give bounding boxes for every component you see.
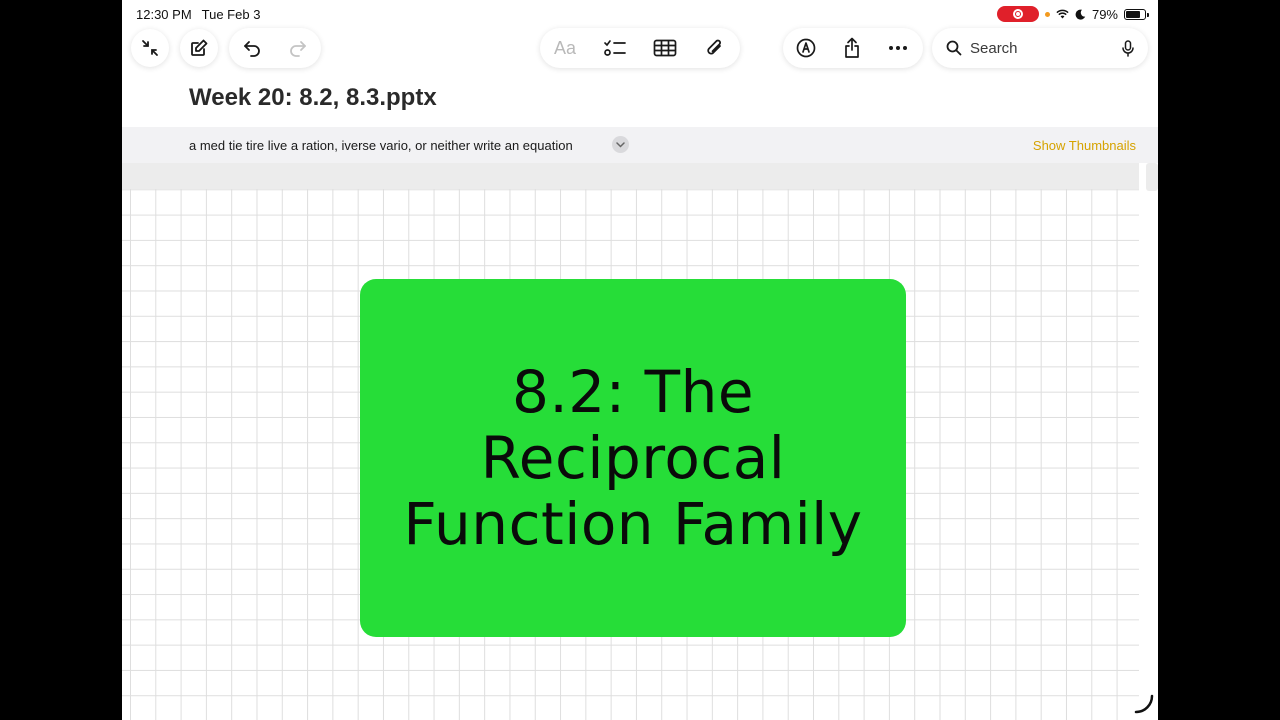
more-button[interactable]	[875, 28, 921, 68]
undo-button[interactable]	[229, 28, 275, 68]
slide-title-line-3: Function Family	[403, 490, 863, 558]
status-bar-right: 79%	[996, 6, 1149, 22]
scrollbar[interactable]	[1146, 163, 1158, 191]
checklist-icon	[604, 40, 626, 56]
attachment-menu-button[interactable]	[612, 136, 629, 153]
microphone-icon[interactable]	[1122, 39, 1134, 57]
battery-icon	[1124, 8, 1149, 20]
screen-recording-indicator[interactable]	[996, 6, 1039, 22]
slide-preview-area[interactable]: 8.2: The Reciprocal Function Family	[122, 163, 1139, 720]
mic-in-use-dot	[1044, 11, 1050, 17]
search-icon	[946, 40, 962, 56]
undo-icon	[244, 41, 260, 57]
status-time: 12:30 PM	[136, 7, 192, 22]
collapse-button[interactable]	[131, 29, 169, 67]
notes-app-screen: 12:30 PM Tue Feb 3 79% Aa Search Week 20…	[122, 0, 1158, 720]
resize-handle-icon[interactable]	[1132, 692, 1156, 716]
record-icon	[1012, 9, 1023, 19]
actions-toolbar	[783, 28, 923, 68]
new-note-button[interactable]	[180, 29, 218, 67]
battery-percent: 79%	[1091, 6, 1118, 22]
text-format-label: Aa	[553, 37, 577, 58]
markup-icon	[796, 38, 816, 58]
redo-button[interactable]	[275, 28, 321, 68]
moon-icon	[1075, 9, 1086, 20]
status-bar-left: 12:30 PM Tue Feb 3	[136, 7, 260, 22]
search-field[interactable]: Search	[932, 28, 1148, 68]
slide-title-line-2: Reciprocal	[480, 424, 786, 492]
share-button[interactable]	[829, 28, 875, 68]
text-format-button[interactable]: Aa	[540, 28, 590, 68]
attachment-icon	[707, 39, 721, 55]
share-icon	[845, 37, 859, 58]
attachment-header: a med tie tire live a ration, iverse var…	[122, 127, 1158, 163]
compose-icon	[191, 39, 208, 56]
note-title[interactable]: Week 20: 8.2, 8.3.pptx	[189, 84, 437, 112]
search-placeholder: Search	[970, 39, 1018, 57]
table-icon	[653, 39, 677, 57]
collapse-icon	[142, 40, 158, 56]
redo-icon	[290, 41, 306, 57]
show-thumbnails-button[interactable]: Show Thumbnails	[1033, 138, 1136, 153]
undo-redo-group	[229, 28, 321, 68]
slide-card[interactable]: 8.2: The Reciprocal Function Family	[360, 279, 906, 637]
attachment-filename: a med tie tire live a ration, iverse var…	[189, 138, 573, 153]
slide-top-strip	[122, 163, 1139, 189]
format-toolbar: Aa	[540, 28, 740, 68]
slide-title-line-1: 8.2: The	[511, 358, 755, 426]
battery-level	[1126, 10, 1141, 18]
attachment-button[interactable]	[690, 28, 740, 68]
status-date: Tue Feb 3	[201, 7, 261, 22]
wifi-icon	[1056, 9, 1069, 19]
chevron-down-icon	[616, 141, 625, 148]
table-button[interactable]	[640, 28, 690, 68]
more-icon	[889, 46, 907, 50]
slide-title: 8.2: The Reciprocal Function Family	[403, 359, 862, 557]
markup-button[interactable]	[783, 28, 829, 68]
checklist-button[interactable]	[590, 28, 640, 68]
